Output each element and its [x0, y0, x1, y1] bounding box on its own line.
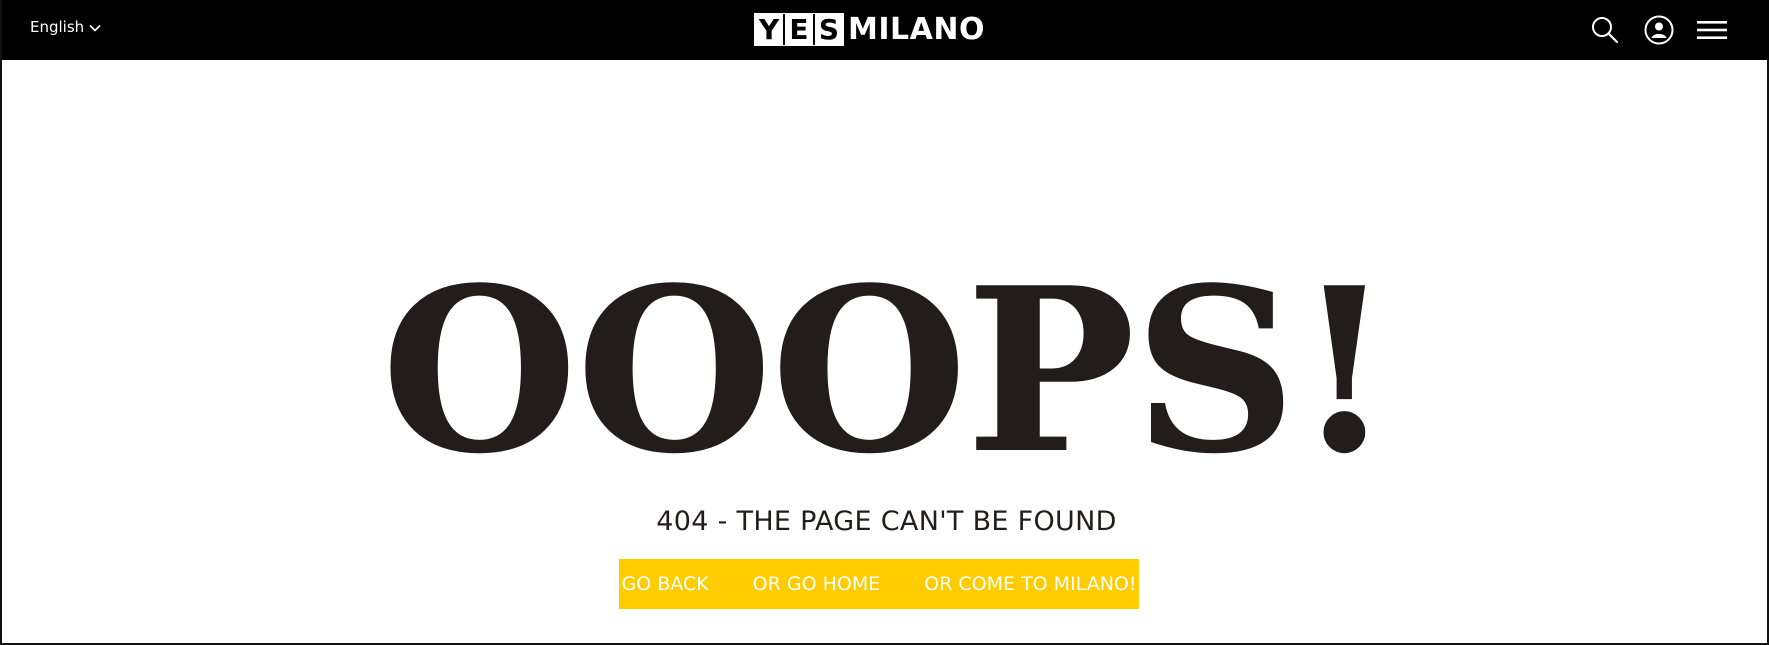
language-label: English [30, 18, 85, 36]
language-selector[interactable]: English [30, 18, 102, 36]
user-icon[interactable] [1643, 14, 1675, 46]
logo-word: MILANO [848, 12, 985, 47]
come-to-milano-link[interactable]: OR COME TO MILANO! [924, 573, 1136, 595]
go-back-link[interactable]: GO BACK [622, 573, 709, 595]
search-icon[interactable] [1589, 14, 1621, 46]
yesmilano-logo[interactable]: Y E S MILANO [754, 13, 985, 46]
error-subtitle: 404 - THE PAGE CAN'T BE FOUND [656, 506, 1117, 537]
error-actions-bar: GO BACK OR GO HOME OR COME TO MILANO! [619, 559, 1139, 609]
logo-boxed-letters: Y E S [754, 13, 844, 46]
top-navigation-bar: English Y E S MILANO [2, 0, 1769, 60]
error-headline: OOOPS! [381, 239, 1394, 504]
logo-letter: Y [755, 14, 785, 45]
hamburger-menu-icon[interactable] [1696, 14, 1728, 46]
page-frame: English Y E S MILANO OOOPS! 404 - THE PA… [0, 0, 1769, 645]
chevron-down-icon [89, 24, 101, 32]
logo-letter: E [785, 14, 815, 45]
logo-letter: S [815, 14, 843, 45]
go-home-link[interactable]: OR GO HOME [753, 573, 881, 595]
